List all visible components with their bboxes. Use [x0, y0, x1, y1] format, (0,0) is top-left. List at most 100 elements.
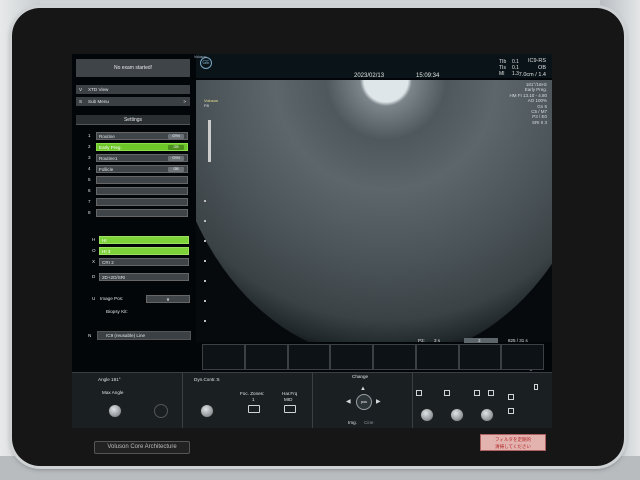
application-name: OB [538, 65, 546, 71]
xtd-view-label: XTD View [88, 87, 109, 92]
mode-button[interactable]: 2D+2D/SRI [99, 273, 189, 281]
thumbnail-slot[interactable] [330, 344, 373, 370]
preset-button[interactable] [96, 187, 188, 195]
empty-knob [154, 404, 168, 418]
probe-key: N [88, 333, 92, 338]
probe-label: IC9 (reusable) Line [106, 333, 146, 338]
dyn-contr-knob[interactable] [200, 404, 214, 418]
preset-button[interactable]: Early Preg. OB [96, 143, 188, 151]
preset-tag: GYN [168, 156, 184, 161]
probe-selector[interactable]: N IC9 (reusable) Line [88, 331, 191, 340]
thumbnail-slot[interactable] [373, 344, 416, 370]
dyn-contr-label: Dyn.Contr.:5 [194, 377, 220, 382]
sub-menu-key: S [79, 99, 83, 104]
change-label: Change [352, 374, 369, 379]
mode-button[interactable]: HI 3 [99, 247, 189, 255]
preset-number: 2 [88, 144, 91, 149]
mi-label: MI [499, 71, 505, 77]
preset-label: Routine [99, 134, 115, 139]
biopsy-kit-label: Biopsy Kit: [106, 309, 128, 314]
image-pos-key: U [92, 296, 96, 301]
depth-tick [204, 320, 206, 322]
thumbnail-slot[interactable] [501, 344, 544, 370]
harmonic-frequency-icon[interactable] [284, 405, 296, 413]
warning-sticker: フィルタを定期的 清掃してください [480, 434, 546, 451]
thumbnail-slot[interactable] [202, 344, 245, 370]
preset-number: 6 [88, 188, 91, 193]
voluson-logo-text: Voluson [194, 55, 207, 59]
arrow-left-icon: ◀ [346, 399, 351, 405]
sticker-line-1: フィルタを定期的 [495, 437, 531, 442]
cine-seconds: 3 s [434, 338, 441, 343]
preset-label: Routine1 [99, 156, 118, 161]
preset-tag: OB [168, 145, 184, 150]
mode-button[interactable]: HI [99, 236, 189, 244]
depth-readout: 7.0cm / 1.4 [518, 72, 546, 78]
preset-tag: OB [168, 167, 184, 172]
export-icon[interactable] [488, 390, 494, 396]
print-icon[interactable] [416, 390, 422, 396]
thumbnail-slot[interactable] [458, 344, 502, 370]
network-icon[interactable] [508, 394, 514, 400]
arrow-up-icon: ▲ [360, 386, 366, 392]
save-icon[interactable] [444, 390, 450, 396]
cine-label[interactable]: Cine [364, 420, 373, 425]
settings-icon[interactable] [508, 408, 514, 414]
store-knob[interactable] [480, 408, 494, 422]
clipboard-thumbnails [202, 344, 544, 370]
thumbnail-slot[interactable] [415, 344, 459, 370]
save-knob[interactable] [450, 408, 464, 422]
mode-key: O [92, 248, 96, 253]
trackball-pad[interactable]: ▲ ◀ ▶ pos [342, 386, 386, 418]
mode-key: X [92, 259, 96, 264]
brand-label: Voluson Core Architecture [94, 441, 190, 454]
divider [412, 372, 413, 428]
settings-title: Settings [76, 115, 190, 125]
print-knob[interactable] [420, 408, 434, 422]
divider [182, 372, 183, 428]
depth-tick [204, 240, 206, 242]
save-clip-icon[interactable] [474, 390, 480, 396]
angle-knob[interactable] [108, 404, 122, 418]
preset-button[interactable]: Routine1 GYN [96, 154, 188, 162]
mode-key: H [92, 237, 96, 242]
depth-tick [204, 280, 206, 282]
image-pos-selector[interactable]: ¥ [146, 295, 190, 303]
cine-frames: 825 / 31 s [508, 338, 528, 343]
depth-tick [204, 200, 206, 202]
preset-tag: GYN [168, 134, 184, 139]
sub-menu-button[interactable]: S Sub Menu > [76, 97, 190, 106]
exam-time: 15:09:34 [416, 73, 440, 79]
depth-ruler [208, 120, 211, 162]
image-pos-label: Image Pos: [100, 296, 124, 301]
mode-key: D [92, 274, 96, 279]
har-frq-label: Har.Frq [282, 391, 298, 396]
preset-number: 8 [88, 210, 91, 215]
depth-tick [204, 220, 206, 222]
preset-button[interactable]: Follicle OB [96, 165, 188, 173]
depth-tick [204, 260, 206, 262]
angle-label: Angle 181° [98, 377, 121, 382]
preset-button[interactable] [96, 198, 188, 206]
preset-button[interactable] [96, 176, 188, 184]
preset-number: 1 [88, 133, 91, 138]
img-label[interactable]: Img. [348, 420, 357, 425]
preset-label: Early Preg. [99, 145, 122, 150]
divider [312, 372, 313, 428]
pos-button[interactable]: pos [356, 394, 372, 410]
xtd-view-button[interactable]: V XTD View [76, 85, 190, 94]
left-panel: No exam started! V XTD View S Sub Menu >… [72, 54, 196, 354]
preset-button[interactable]: Routine GYN [96, 132, 188, 140]
preset-button[interactable] [96, 209, 188, 217]
foc-zones-value: 1 [252, 397, 255, 402]
image-label-second: P8 [204, 103, 209, 108]
sub-menu-label: Sub Menu [88, 99, 109, 104]
arrow-right-icon: ▶ [376, 399, 381, 405]
har-frq-value: MID [284, 397, 293, 402]
mode-button[interactable]: CRI 2 [99, 258, 189, 266]
thumbnail-slot[interactable] [244, 344, 288, 370]
preset-number: 4 [88, 166, 91, 171]
focus-zones-icon[interactable] [248, 405, 260, 413]
no-exam-banner: No exam started! [76, 59, 190, 77]
thumbnail-slot[interactable] [287, 344, 331, 370]
